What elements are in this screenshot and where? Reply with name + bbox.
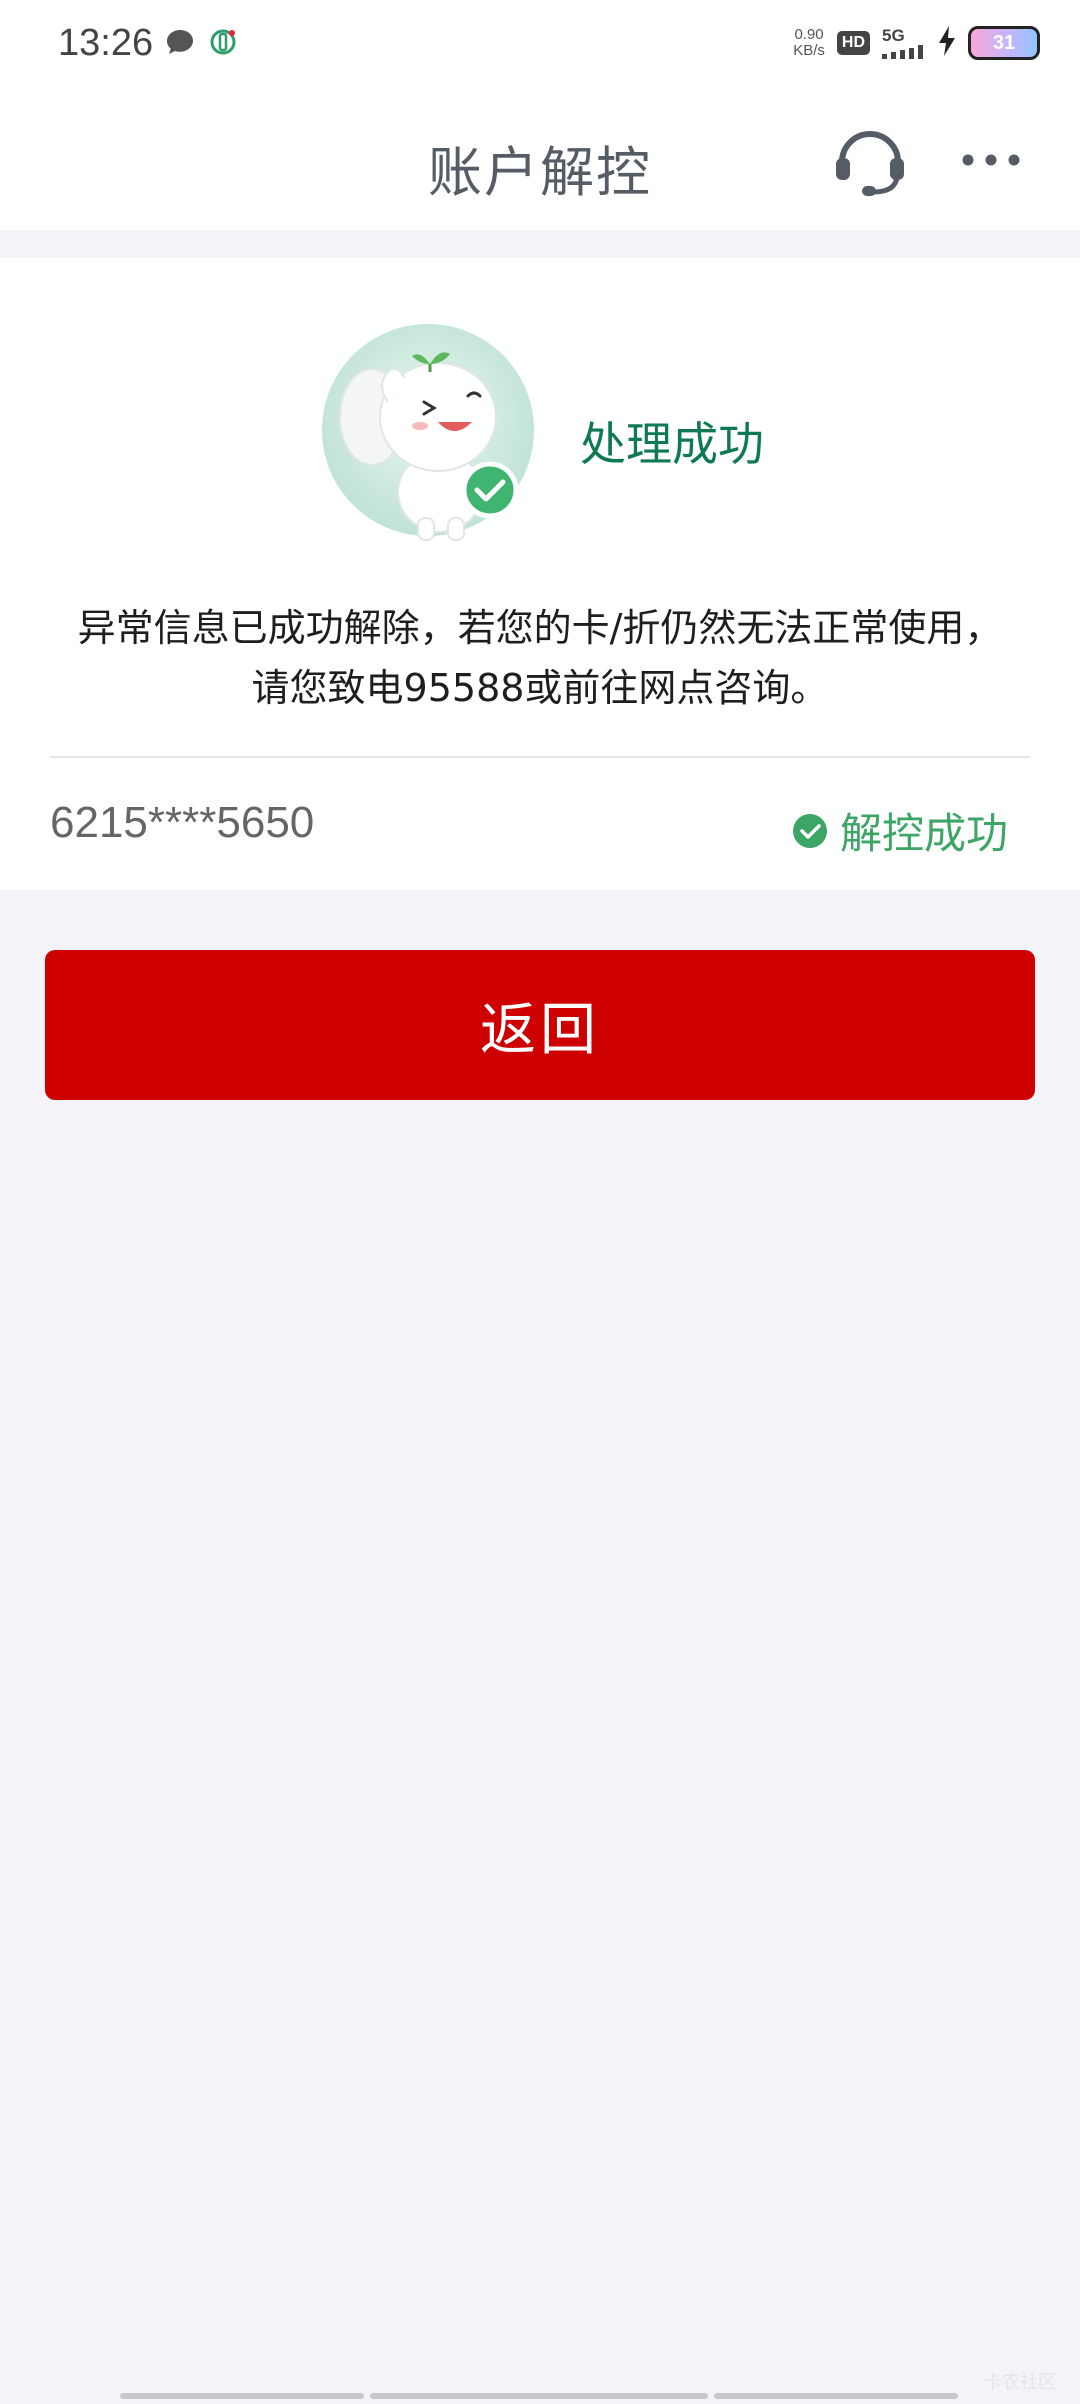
gesture-bar[interactable] [120,2393,960,2399]
signal-indicator: 5G [882,27,926,59]
hd-badge: HD [836,31,870,55]
elephant-mascot-illustration [320,322,540,546]
gesture-bar-segment [370,2393,708,2399]
network-type: 5G [882,26,905,45]
network-speed-unit: KB/s [793,42,825,59]
result-message: 异常信息已成功解除，若您的卡/折仍然无法正常使用，请您致电95588或前往网点咨… [77,606,1003,710]
network-speed: 0.90 KB/s [793,27,825,59]
status-time: 13:26 [58,22,154,64]
notification-icons [165,28,237,60]
charging-bolt-icon [938,26,956,60]
signal-bars-icon [882,45,923,59]
watermark: 卡农社区 [984,2372,1056,2393]
bank-app-icon [209,28,237,60]
back-button[interactable]: 返回 [45,950,1035,1100]
success-check-icon [792,813,827,848]
gesture-bar-segment [120,2393,364,2399]
card-status-label: 解控成功 [839,809,1008,858]
more-dots-icon [962,154,1020,166]
status-bar: 13:26 0.90 KB/s HD 5G 31 [0,0,1080,92]
headset-icon [836,131,904,196]
gesture-bar-segment [714,2393,958,2399]
customer-service-button[interactable] [832,122,908,198]
system-indicators: 0.90 KB/s HD 5G 31 [793,26,1040,60]
network-speed-value: 0.90 [794,26,824,43]
page-header: 账户解控 [0,92,1080,230]
result-card: 处理成功 异常信息已成功解除，若您的卡/折仍然无法正常使用，请您致电95588或… [0,258,1080,890]
battery-icon: 31 [968,26,1040,60]
status-title: 处理成功 [580,417,764,471]
more-menu-button[interactable] [958,140,1024,180]
page-title: 账户解控 [428,141,652,204]
battery-level: 31 [992,31,1016,54]
card-number: 6215****5650 [50,798,315,847]
divider [50,756,1030,758]
card-status: 解控成功 [792,800,1008,861]
message-bubble-icon [165,28,195,60]
